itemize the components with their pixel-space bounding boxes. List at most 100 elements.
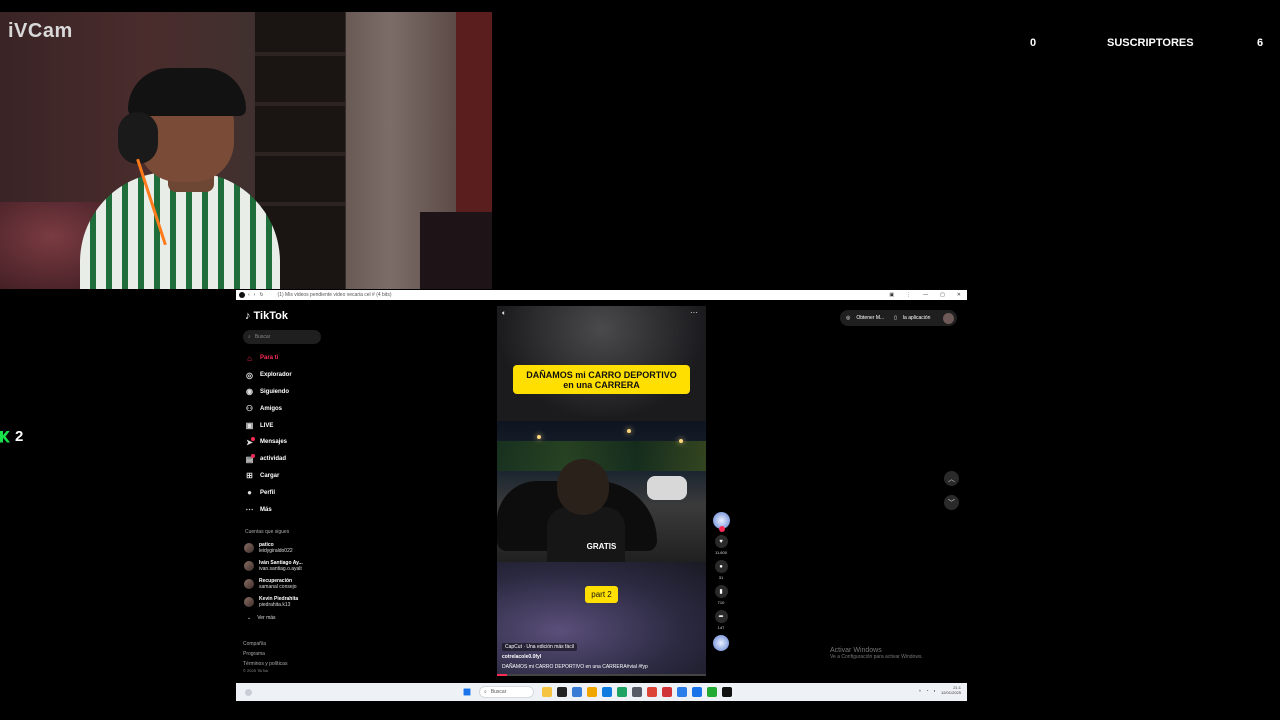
more-icon: ⋯ [245,505,254,515]
account-handle: piedrahita.k13 [259,602,291,608]
taskbar-app-icon[interactable] [662,687,672,697]
video-progress[interactable] [497,674,706,676]
account-handle: samanal consejo [259,584,297,590]
taskbar-app-icon[interactable] [647,687,657,697]
heart-icon: ♥ [714,535,728,548]
nav-item-mas[interactable]: ⋯ Más [245,501,292,518]
side-counter: 2 [0,428,23,445]
headline-line1: DAÑAMOS mi CARRO DEPORTIVO [526,369,677,380]
following-account[interactable]: Recuperación samanal consejo [244,575,303,593]
browser-window: ‹ › ↻ (1) Mis videos pendiente video vec… [236,290,967,701]
chevron-down-icon[interactable]: ﹀ [944,495,959,510]
network-icon[interactable]: ◔ [926,688,928,693]
friends-icon: ⚇ [245,404,254,414]
search-placeholder: Buscar [254,334,271,340]
nav-item-para-ti[interactable]: ⌂ Para ti [245,350,292,367]
compass-icon: ◎ [246,370,253,380]
video-player[interactable]: DAÑAMOS mi CARRO DEPORTIVO en una CARRER… [497,306,706,676]
like-button[interactable]: ♥ 11.600 [711,535,731,555]
avatar [244,543,254,553]
taskbar-app-icon[interactable] [542,687,552,697]
extensions-icon[interactable]: ▣ [889,292,894,298]
sound-disc[interactable] [713,635,729,651]
taskbar-app-icon[interactable] [572,687,582,697]
tiktok-note-icon: ♪ [245,310,251,322]
capcut-tag[interactable]: CapCut · Una edición más fácil [502,643,577,651]
video-progress-fill [497,674,508,676]
home-icon: ⌂ [247,353,252,363]
video-headline: DAÑAMOS mi CARRO DEPORTIVO en una CARRER… [513,365,690,394]
following-account[interactable]: Iván Santiago Ay... ivan.santiag.o.ayalt [244,557,303,575]
bookmark-count: 710 [717,600,725,605]
reload-icon[interactable]: ↻ [259,292,263,298]
clock[interactable]: 21:1 12/01/2025 [941,685,961,695]
footer-link-program[interactable]: Programa [243,649,287,659]
volume-icon[interactable]: 🔈︎ [502,310,506,318]
windows-start-icon[interactable] [463,688,471,696]
following-icon: ◉ [246,387,253,397]
tray-chevron-icon[interactable]: ˄ [919,688,921,693]
taskbar-search[interactable]: ⌕ Buscar [479,686,534,698]
volume-tray-icon[interactable]: ◗ [934,688,936,693]
maximize-button[interactable]: ▢ [940,292,945,298]
search-icon: ⌕ [484,689,487,695]
user-avatar[interactable] [943,312,954,324]
back-icon[interactable]: ‹ [248,292,250,298]
menu-icon[interactable]: ⋮ [906,292,911,298]
person-cap [128,68,246,116]
share-button[interactable]: ➦ 147 [711,610,731,630]
headline-line2: en una CARRERA [563,379,640,390]
taskbar-app-icon[interactable] [587,687,597,697]
taskbar-app-icon[interactable] [707,687,717,697]
tiktok-logo[interactable]: ♪ TikTok [245,310,288,322]
activity-icon: ▤ [245,453,255,464]
windows-activation-watermark: Activar Windows Ve a Configuración para … [830,647,923,660]
get-app-button[interactable]: la aplicación [903,315,931,321]
tab-title[interactable]: (1) Mis videos pendiente video vecaria c… [278,292,392,298]
like-count: 11.600 [715,550,727,555]
minimize-button[interactable]: — [923,292,928,298]
more-options-icon[interactable]: ⋯ [690,308,698,317]
kick-icon [0,430,10,443]
account-text: patico leidygiraldo022 [259,542,293,554]
taskbar-app-icon[interactable] [677,687,687,697]
taskbar-app-icon[interactable] [557,687,567,697]
nav-item-cargar[interactable]: ⊞ Cargar [245,468,292,485]
messages-icon: ➤ [246,436,255,447]
nav-label: actividad [260,456,287,463]
nav-item-siguiendo[interactable]: ◉ Siguiendo [245,384,292,401]
see-more-label: Ver más [257,615,276,621]
forward-icon[interactable]: › [254,292,256,298]
nav-item-amigos[interactable]: ⚇ Amigos [245,400,292,417]
footer-link-company[interactable]: Compañía [243,639,287,649]
taskbar-app-icon[interactable] [617,687,627,697]
taskbar-app-icon[interactable] [602,687,612,697]
chevron-up-icon[interactable]: ︿ [944,471,959,486]
close-button[interactable]: ✕ [957,292,961,298]
sidebar-nav: ⌂ Para ti ◎ Explorador ◉ Siguiendo ⚇ Ami… [245,350,292,518]
video-author[interactable]: cotrelacole0.0fyl [502,654,541,660]
system-tray: ˄ ◔ ◗ 21:1 12/01/2025 [919,685,961,695]
stat-right-count: 6 [1257,37,1264,49]
nav-item-actividad[interactable]: ▤ actividad [245,451,292,468]
following-account[interactable]: Kevin Piedrahita piedrahita.k13 [244,593,303,611]
chevron-down-icon: ⌄ [247,615,252,621]
nav-item-mensajes[interactable]: ➤ Mensajes [245,434,292,451]
taskbar-app-icon[interactable] [692,687,702,697]
nav-item-perfil[interactable]: ● Perfil [245,484,292,501]
following-account[interactable]: patico leidygiraldo022 [244,539,303,557]
comment-button[interactable]: ● 31 [711,560,731,580]
weather-icon[interactable] [245,688,252,696]
creator-avatar[interactable] [712,512,730,532]
search-input[interactable]: ⌕ Buscar [243,330,321,344]
nav-item-explorador[interactable]: ◎ Explorador [245,367,292,384]
taskbar-app-icon[interactable] [722,687,732,697]
white-car [647,476,687,500]
get-coins-button[interactable]: Obtener M... [856,315,884,321]
headset-icon [118,112,158,164]
nav-item-live[interactable]: ▣ LIVE [245,417,292,434]
see-more-link[interactable]: ⌄ Ver más [247,615,276,621]
taskbar-app-icon[interactable] [632,687,642,697]
bookmark-button[interactable]: ▮ 710 [711,585,731,605]
street-light [537,435,541,439]
